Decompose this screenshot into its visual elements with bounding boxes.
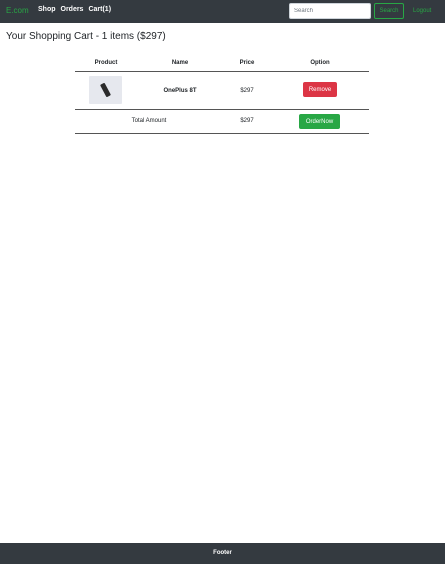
footer: Footer: [0, 543, 445, 564]
column-header-price: Price: [239, 60, 255, 66]
cart-title: Your Shopping Cart - 1 items ($297): [6, 31, 166, 42]
search-button[interactable]: Search: [374, 3, 404, 19]
product-image: [89, 76, 122, 104]
nav-link-orders[interactable]: Orders: [61, 6, 84, 13]
column-header-product: Product: [94, 60, 118, 66]
total-label: Total Amount: [131, 118, 167, 124]
column-header-name: Name: [171, 60, 189, 66]
order-now-button[interactable]: OrderNow: [299, 114, 340, 129]
navbar: E.com Shop Orders Cart(1) Search Logout: [0, 0, 445, 23]
logout-link[interactable]: Logout: [413, 8, 431, 14]
search-input[interactable]: [289, 3, 371, 19]
product-price: $297: [240, 88, 254, 94]
product-name: OnePlus 8T: [163, 88, 197, 94]
total-row: Total Amount $297 OrderNow: [75, 110, 369, 134]
nav-links: Shop Orders Cart(1): [38, 6, 111, 13]
column-header-option: Option: [310, 60, 330, 66]
table-header: Product Name Price Option: [75, 56, 369, 72]
remove-button[interactable]: Remove: [303, 82, 337, 97]
brand-logo[interactable]: E.com: [6, 6, 29, 15]
total-amount: $297: [240, 118, 254, 124]
nav-link-cart[interactable]: Cart(1): [88, 6, 111, 13]
cart-table: Product Name Price Option OnePlus 8T $29…: [75, 56, 369, 134]
footer-text: Footer: [213, 550, 232, 556]
phone-icon: [100, 82, 111, 98]
table-row: OnePlus 8T $297 Remove: [75, 72, 369, 110]
nav-link-shop[interactable]: Shop: [38, 6, 56, 13]
